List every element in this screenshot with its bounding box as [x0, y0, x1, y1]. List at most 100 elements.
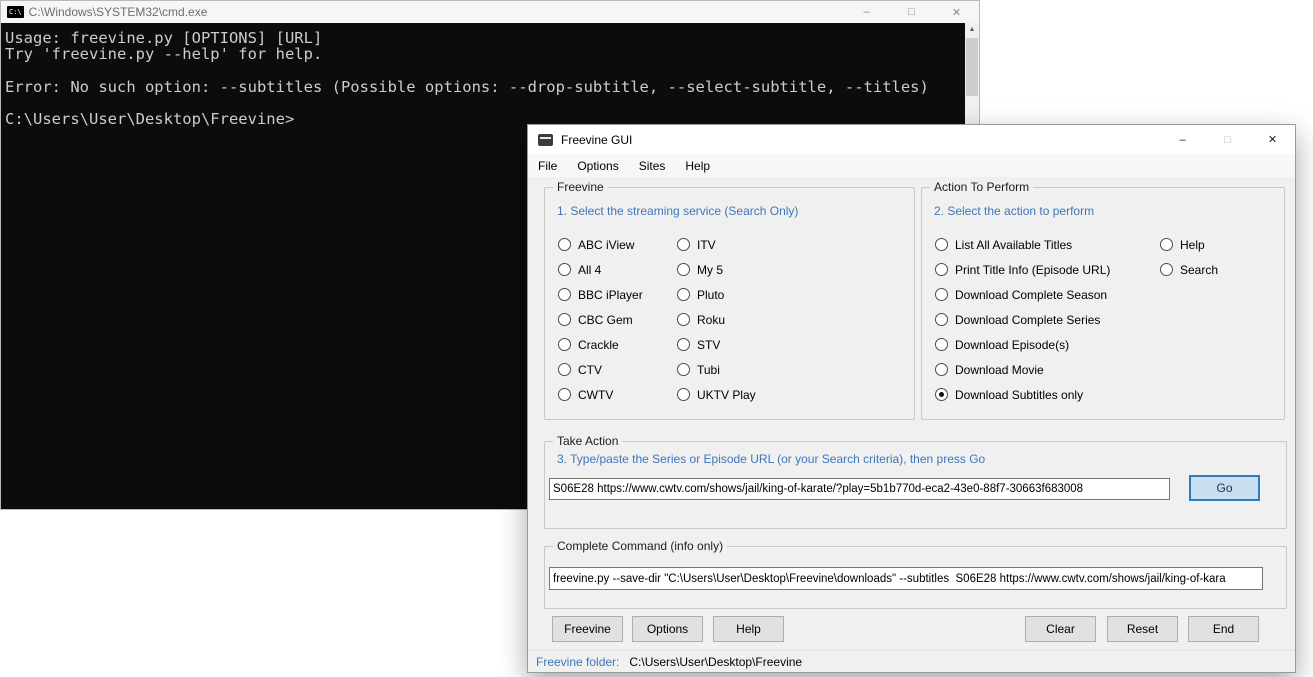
- radio-icon: [677, 263, 690, 276]
- service-radio-stv[interactable]: STV: [677, 332, 756, 357]
- freevine-button[interactable]: Freevine: [552, 616, 623, 642]
- command-group-label: Complete Command (info only): [553, 539, 728, 553]
- service-radio-abc-iview[interactable]: ABC iView: [558, 232, 677, 257]
- take-action-groupbox: Take Action 3. Type/paste the Series or …: [544, 434, 1287, 529]
- radio-label: List All Available Titles: [955, 237, 1073, 252]
- gui-window-title: Freevine GUI: [561, 132, 633, 147]
- radio-icon: [558, 388, 571, 401]
- command-output-input[interactable]: [549, 567, 1263, 590]
- status-bar: Freevine folder: C:\Users\User\Desktop\F…: [528, 650, 1295, 672]
- scrollbar-thumb[interactable]: [966, 38, 978, 96]
- action-radio-download-subtitles-only[interactable]: Download Subtitles only: [935, 382, 1160, 407]
- radio-label: All 4: [578, 262, 602, 277]
- action-radio-list-titles[interactable]: List All Available Titles: [935, 232, 1160, 257]
- go-button[interactable]: Go: [1189, 475, 1260, 501]
- take-action-group-label: Take Action: [553, 434, 623, 448]
- freevine-folder-path: C:\Users\User\Desktop\Freevine: [629, 654, 803, 669]
- cmd-icon: C:\: [7, 6, 24, 18]
- cmd-maximize-button[interactable]: □: [889, 1, 934, 23]
- action-instruction: 2. Select the action to perform: [934, 204, 1095, 218]
- radio-icon: [558, 238, 571, 251]
- radio-label: Download Movie: [955, 362, 1044, 377]
- reset-button[interactable]: Reset: [1107, 616, 1178, 642]
- gui-titlebar: Freevine GUI – □ ✕: [528, 125, 1295, 154]
- freevine-gui-window: Freevine GUI – □ ✕ File Options Sites He…: [527, 124, 1296, 673]
- radio-icon: [935, 338, 948, 351]
- clear-button[interactable]: Clear: [1025, 616, 1096, 642]
- service-radio-cwtv[interactable]: CWTV: [558, 382, 677, 407]
- radio-label: Crackle: [578, 337, 619, 352]
- console-line: Try 'freevine.py --help' for help.: [5, 45, 323, 64]
- service-radio-roku[interactable]: Roku: [677, 307, 756, 332]
- gui-maximize-button[interactable]: □: [1205, 125, 1250, 154]
- freevine-app-icon: [538, 133, 553, 146]
- radio-icon: [935, 363, 948, 376]
- action-radio-download-season[interactable]: Download Complete Season: [935, 282, 1160, 307]
- radio-label: Download Subtitles only: [955, 387, 1084, 402]
- radio-icon: [677, 363, 690, 376]
- end-button[interactable]: End: [1188, 616, 1259, 642]
- cmd-window-title: C:\Windows\SYSTEM32\cmd.exe: [28, 5, 208, 19]
- radio-label: ABC iView: [578, 237, 635, 252]
- radio-icon: [677, 238, 690, 251]
- url-input[interactable]: [549, 478, 1170, 500]
- radio-icon: [558, 313, 571, 326]
- radio-icon: [677, 313, 690, 326]
- radio-icon: [558, 338, 571, 351]
- service-radio-ctv[interactable]: CTV: [558, 357, 677, 382]
- radio-label: CTV: [578, 362, 602, 377]
- service-radio-bbc-iplayer[interactable]: BBC iPlayer: [558, 282, 677, 307]
- service-radio-tubi[interactable]: Tubi: [677, 357, 756, 382]
- gui-minimize-button[interactable]: –: [1160, 125, 1205, 154]
- radio-icon: [558, 288, 571, 301]
- action-radio-download-episodes[interactable]: Download Episode(s): [935, 332, 1160, 357]
- radio-label: BBC iPlayer: [578, 287, 643, 302]
- action-radio-help[interactable]: Help: [1160, 232, 1218, 257]
- radio-icon: [1160, 263, 1173, 276]
- service-radio-my5[interactable]: My 5: [677, 257, 756, 282]
- service-radio-itv[interactable]: ITV: [677, 232, 756, 257]
- command-groupbox: Complete Command (info only): [544, 539, 1287, 609]
- take-action-instruction: 3. Type/paste the Series or Episode URL …: [557, 452, 986, 466]
- menu-file[interactable]: File: [528, 156, 567, 176]
- radio-icon: [935, 238, 948, 251]
- radio-icon: [1160, 238, 1173, 251]
- radio-icon: [677, 288, 690, 301]
- action-radio-download-series[interactable]: Download Complete Series: [935, 307, 1160, 332]
- radio-label: Pluto: [697, 287, 725, 302]
- action-groupbox: Action To Perform 2. Select the action t…: [921, 180, 1285, 420]
- service-radio-cbc-gem[interactable]: CBC Gem: [558, 307, 677, 332]
- service-radio-all4[interactable]: All 4: [558, 257, 677, 282]
- service-radio-uktv-play[interactable]: UKTV Play: [677, 382, 756, 407]
- scroll-up-icon[interactable]: ▲: [965, 23, 979, 37]
- action-group-label: Action To Perform: [930, 180, 1034, 194]
- action-radio-search[interactable]: Search: [1160, 257, 1218, 282]
- service-group-label: Freevine: [553, 180, 608, 194]
- service-radio-crackle[interactable]: Crackle: [558, 332, 677, 357]
- gui-close-button[interactable]: ✕: [1250, 125, 1295, 154]
- menu-sites[interactable]: Sites: [629, 156, 676, 176]
- help-button[interactable]: Help: [713, 616, 784, 642]
- radio-label: Roku: [697, 312, 726, 327]
- service-radio-pluto[interactable]: Pluto: [677, 282, 756, 307]
- cmd-close-button[interactable]: ✕: [934, 1, 979, 23]
- radio-label: Download Complete Season: [955, 287, 1108, 302]
- radio-label: CWTV: [578, 387, 614, 402]
- radio-icon: [558, 263, 571, 276]
- menu-help[interactable]: Help: [675, 156, 720, 176]
- radio-icon: [935, 288, 948, 301]
- action-radio-print-title-info[interactable]: Print Title Info (Episode URL): [935, 257, 1160, 282]
- radio-label: My 5: [697, 262, 724, 277]
- radio-label: Download Complete Series: [955, 312, 1101, 327]
- radio-label: STV: [697, 337, 721, 352]
- console-line: Usage: freevine.py [OPTIONS] [URL]: [5, 29, 323, 47]
- radio-icon-selected: [935, 388, 948, 401]
- menu-options[interactable]: Options: [567, 156, 628, 176]
- radio-icon: [677, 388, 690, 401]
- radio-icon: [558, 363, 571, 376]
- options-button[interactable]: Options: [632, 616, 703, 642]
- action-radio-download-movie[interactable]: Download Movie: [935, 357, 1160, 382]
- service-instruction: 1. Select the streaming service (Search …: [557, 204, 799, 218]
- cmd-minimize-button[interactable]: –: [844, 1, 889, 23]
